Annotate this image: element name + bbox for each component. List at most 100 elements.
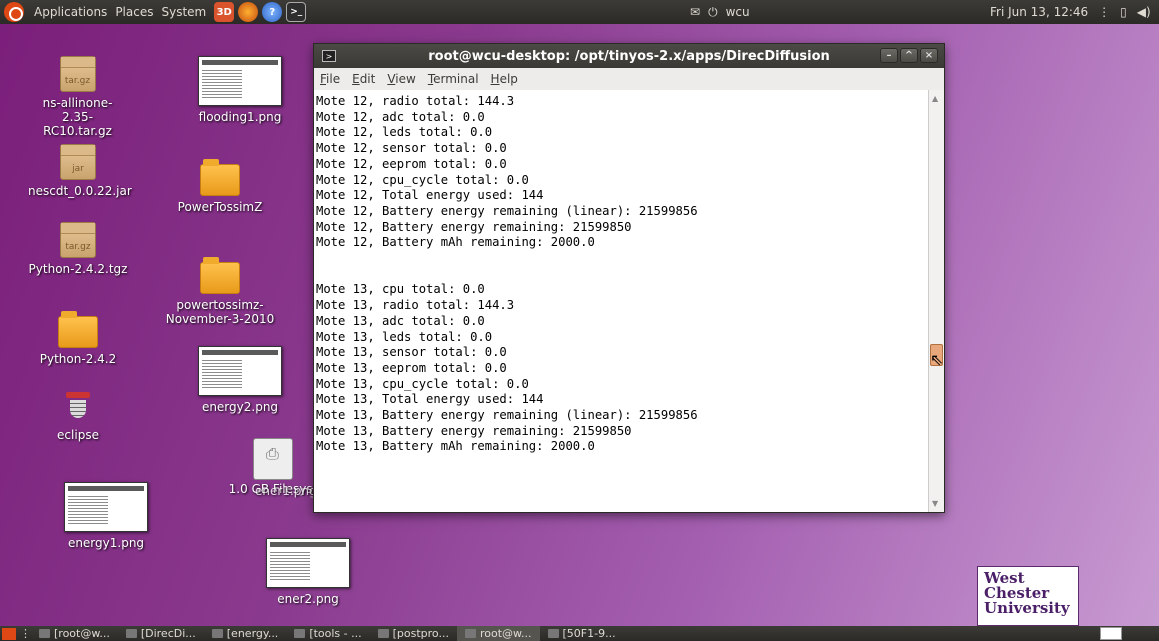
- help-icon[interactable]: ?: [262, 2, 283, 22]
- window-icon: [125, 629, 137, 638]
- taskbar-item-label: [50F1-9...: [562, 627, 616, 640]
- taskbar-item-label: root@w...: [479, 627, 532, 640]
- clock[interactable]: Fri Jun 13, 12:46: [990, 5, 1088, 19]
- volume-icon[interactable]: ◀): [1137, 5, 1151, 19]
- terminal-window[interactable]: > root@wcu-desktop: /opt/tinyos-2.x/apps…: [313, 43, 945, 513]
- menu-system[interactable]: System: [157, 0, 210, 24]
- desktop-icon-label: eclipse: [57, 428, 99, 442]
- image-thumbnail-icon: [198, 346, 282, 396]
- taskbar-item[interactable]: root@w...: [456, 626, 540, 641]
- taskbar-item[interactable]: [50F1-9...: [540, 626, 624, 641]
- terminal-line: Mote 12, Total energy used: 144: [316, 188, 544, 203]
- taskbar-item-label: [energy...: [226, 627, 279, 640]
- app-icon[interactable]: 3D: [214, 2, 235, 22]
- desktop-icon-energy1[interactable]: energy1.png: [60, 482, 152, 550]
- taskbar-item-label: [root@w...: [54, 627, 110, 640]
- battery-icon[interactable]: ▯: [1120, 5, 1127, 19]
- terminal-line: Mote 13, Battery mAh remaining: 2000.0: [316, 439, 595, 454]
- user-name[interactable]: wcu: [726, 5, 750, 19]
- terminal-line: Mote 13, adc total: 0.0: [316, 313, 485, 328]
- desktop-icon-label: energy1.png: [67, 536, 145, 550]
- desktop-icon-flooding1[interactable]: flooding1.png: [190, 56, 290, 124]
- desktop-icon-ener1[interactable]: ener1.png: [255, 484, 315, 498]
- workspace-switcher[interactable]: [1100, 627, 1122, 640]
- desktop-icon-python-tgz[interactable]: tar.gz Python-2.4.2.tgz: [28, 222, 128, 276]
- taskbar-item[interactable]: [tools - ...: [286, 626, 369, 641]
- usb-drive-icon: [253, 438, 293, 480]
- menu-applications[interactable]: Applications: [30, 0, 111, 24]
- taskbar-item[interactable]: [DirecDi...: [118, 626, 204, 641]
- menu-edit[interactable]: Edit: [346, 72, 381, 86]
- mail-icon[interactable]: ✉: [690, 5, 700, 19]
- archive-icon: tar.gz: [60, 222, 96, 258]
- desktop-icon-ener2[interactable]: ener2.png: [258, 538, 358, 606]
- ubuntu-logo-icon[interactable]: [4, 2, 24, 22]
- wcu-logo: West Chester University: [977, 566, 1079, 626]
- menu-places-label: Places: [115, 5, 154, 19]
- window-icon: [211, 629, 223, 638]
- desktop-icon-label: PowerTossimZ: [177, 200, 263, 214]
- taskbar-item[interactable]: [postpro...: [370, 626, 457, 641]
- jar-icon: jar: [60, 144, 96, 180]
- image-thumbnail-icon: [64, 482, 148, 532]
- terminal-line: Mote 12, radio total: 144.3: [316, 94, 515, 108]
- scroll-up-arrow-icon[interactable]: ▲: [932, 94, 938, 103]
- menu-places[interactable]: Places: [111, 0, 157, 24]
- separator: ⋮: [20, 627, 31, 640]
- terminal-output[interactable]: Mote 12, radio total: 144.3 Mote 12, adc …: [314, 90, 928, 512]
- power-icon[interactable]: ⏻: [708, 5, 718, 20]
- menu-terminal[interactable]: Terminal: [422, 72, 485, 86]
- terminal-menubar: File Edit View Terminal Help: [314, 68, 944, 90]
- archive-icon: tar.gz: [59, 56, 96, 92]
- taskbar-item-label: [DirecDi...: [140, 627, 196, 640]
- maximize-button[interactable]: ^: [900, 48, 918, 63]
- terminal-line: Mote 13, eeprom total: 0.0: [316, 360, 507, 375]
- taskbar-item[interactable]: [root@w...: [31, 626, 118, 641]
- taskbar-item[interactable]: [energy...: [204, 626, 287, 641]
- network-icon[interactable]: ⋮: [1098, 5, 1110, 19]
- minimize-button[interactable]: –: [880, 48, 898, 63]
- vertical-scrollbar[interactable]: ▲ ▼: [928, 90, 944, 512]
- desktop-icon-python-folder[interactable]: Python-2.4.2: [28, 311, 128, 366]
- desktop-icon-powertossimz[interactable]: PowerTossimZ: [170, 159, 270, 214]
- desktop-icon-energy2[interactable]: energy2.png: [190, 346, 290, 414]
- folder-icon: [58, 311, 98, 348]
- desktop-icon-powertossimz-nov[interactable]: powertossimz-November-3-2010: [164, 257, 276, 326]
- desktop-icon-ns-allinone[interactable]: tar.gz ns-allinone-2.35-RC10.tar.gz: [30, 56, 125, 138]
- firefox-icon[interactable]: [238, 2, 259, 22]
- archive-badge: tar.gz: [65, 242, 91, 252]
- menu-system-label: System: [161, 5, 207, 19]
- menu-file[interactable]: File: [314, 72, 346, 86]
- menu-help[interactable]: Help: [485, 72, 524, 86]
- terminal-line: Mote 12, Battery mAh remaining: 2000.0: [316, 235, 595, 250]
- jar-badge: jar: [72, 164, 84, 174]
- taskbar-item-label: [postpro...: [392, 627, 449, 640]
- desktop-icon-label: energy2.png: [201, 400, 279, 414]
- menu-applications-label: Applications: [34, 5, 108, 19]
- close-button[interactable]: ×: [920, 48, 938, 63]
- show-desktop-button[interactable]: [2, 627, 16, 640]
- desktop-icon-label: ener2.png: [277, 592, 339, 606]
- terminal-line: Mote 13, Battery energy remaining (linea…: [316, 408, 698, 423]
- window-titlebar[interactable]: > root@wcu-desktop: /opt/tinyos-2.x/apps…: [314, 44, 944, 68]
- image-thumbnail-icon: [266, 538, 350, 588]
- desktop-icon-label: powertossimz-November-3-2010: [165, 298, 275, 326]
- terminal-line: Mote 13, Battery energy remaining: 21599…: [316, 423, 632, 438]
- terminal-line: Mote 12, adc total: 0.0: [316, 109, 485, 124]
- desktop-icon-label: flooding1.png: [198, 110, 282, 124]
- scroll-down-arrow-icon[interactable]: ▼: [932, 499, 938, 508]
- logo-line: University: [984, 599, 1070, 617]
- menu-view[interactable]: View: [381, 72, 421, 86]
- taskbar-item-label: [tools - ...: [309, 627, 362, 640]
- mouse-pointer-icon: ⇖: [930, 350, 944, 369]
- terminal-line: Mote 12, Battery energy remaining: 21599…: [316, 219, 632, 234]
- desktop-icon-label: ener1.png: [255, 484, 315, 498]
- desktop-icon-eclipse[interactable]: eclipse: [48, 392, 108, 442]
- desktop-icon-nescdt[interactable]: jar nescdt_0.0.22.jar: [28, 144, 132, 198]
- terminal-line: Mote 13, sensor total: 0.0: [316, 345, 507, 360]
- desktop-icon-label: Python-2.4.2.tgz: [28, 262, 128, 276]
- terminal-line: Mote 12, leds total: 0.0: [316, 125, 493, 140]
- desktop-icon-label: nescdt_0.0.22.jar: [28, 184, 132, 198]
- terminal-icon[interactable]: >_: [286, 2, 307, 22]
